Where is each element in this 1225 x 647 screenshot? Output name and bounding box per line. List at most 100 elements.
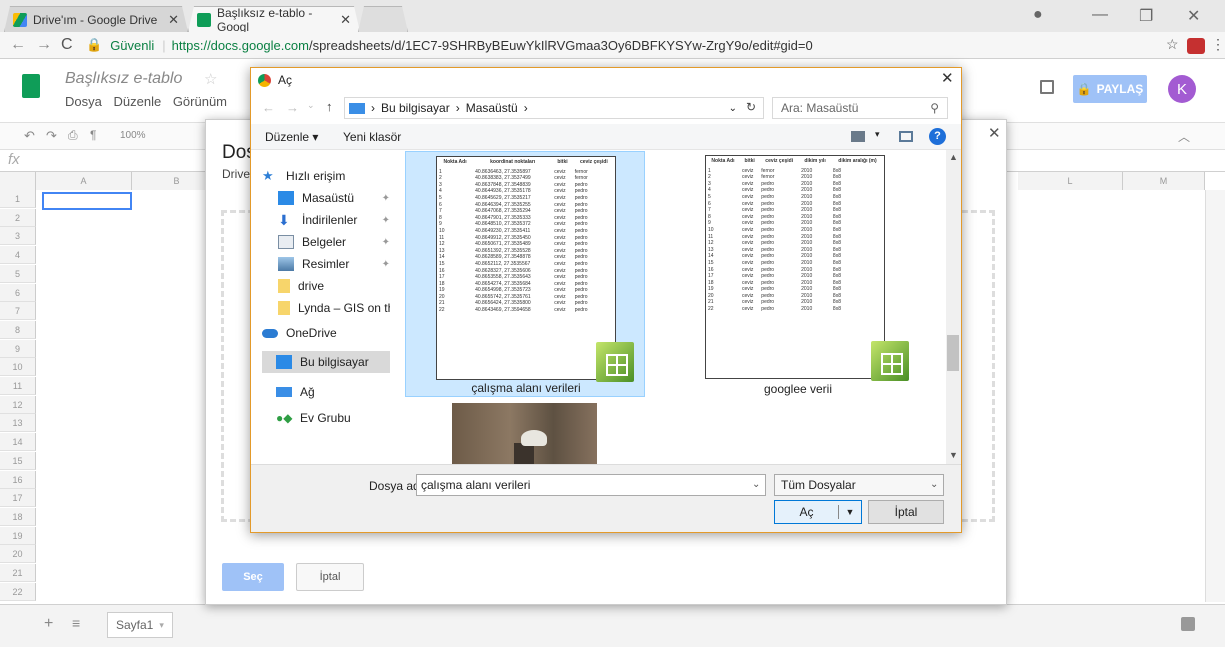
- menu-view[interactable]: Görünüm: [173, 94, 227, 109]
- scrollbar-thumb[interactable]: [947, 335, 959, 371]
- row-header[interactable]: 19: [0, 526, 36, 545]
- sheets-logo-icon[interactable]: [22, 74, 40, 98]
- nav-this-pc[interactable]: Bu bilgisayar: [262, 351, 390, 373]
- back-icon[interactable]: ←: [262, 100, 275, 115]
- column-header-l[interactable]: L: [1018, 172, 1123, 190]
- reload-icon[interactable]: C: [61, 36, 73, 54]
- menu-edit[interactable]: Düzenle: [113, 94, 161, 109]
- nav-onedrive[interactable]: OneDrive: [262, 322, 390, 344]
- row-header[interactable]: 6: [0, 283, 36, 302]
- close-dialog-icon[interactable]: ✕: [941, 69, 954, 87]
- profile-icon[interactable]: ●: [1033, 6, 1043, 24]
- help-icon[interactable]: ?: [929, 128, 946, 145]
- minimize-icon[interactable]: —: [1092, 6, 1108, 24]
- browser-tab-sheets[interactable]: Başlıksız e-tablo - Googl ✕: [188, 6, 360, 32]
- document-title[interactable]: Başlıksız e-tablo: [65, 70, 182, 88]
- sheet-tab[interactable]: Sayfa1 ▾: [107, 612, 173, 638]
- picker-tab-drive[interactable]: Drive: [222, 167, 250, 181]
- corner-cell[interactable]: [0, 172, 36, 190]
- zoom-select[interactable]: 100%: [120, 130, 146, 141]
- close-tab-icon[interactable]: ✕: [340, 12, 351, 28]
- nav-quick-access[interactable]: ★ Hızlı erişim: [262, 165, 390, 187]
- star-icon[interactable]: ☆: [204, 70, 217, 88]
- chevron-down-icon[interactable]: ⌄: [930, 479, 938, 490]
- content-scrollbar[interactable]: ▲ ▼: [946, 150, 961, 464]
- file-item-googlee-verii[interactable]: Nokta Adı bitki ceviz çeşidi dikim yılı diki…: [678, 151, 918, 397]
- forward-icon[interactable]: →: [286, 100, 299, 115]
- dialog-cancel-button[interactable]: İptal: [868, 500, 944, 524]
- file-item-calisma-alani-verileri[interactable]: Nokta Adı koordinat noktaları bitki ceviz ç…: [405, 151, 645, 397]
- row-header[interactable]: 2: [0, 208, 36, 227]
- row-header[interactable]: 16: [0, 470, 36, 489]
- avatar[interactable]: K: [1168, 75, 1196, 103]
- browser-tab-drive[interactable]: Drive'ım - Google Drive ✕: [4, 6, 188, 32]
- vertical-scrollbar[interactable]: [1205, 190, 1225, 602]
- print-icon[interactable]: ⎙: [68, 128, 78, 143]
- extension-icon[interactable]: [1187, 38, 1205, 54]
- row-header[interactable]: 7: [0, 302, 36, 321]
- scroll-down-icon[interactable]: ▼: [949, 450, 958, 460]
- nav-folder-drive[interactable]: drive: [278, 275, 390, 297]
- breadcrumb-item[interactable]: Masaüstü: [466, 101, 518, 115]
- new-folder-button[interactable]: Yeni klasör: [343, 130, 401, 144]
- recent-locations-icon[interactable]: ⌄: [307, 100, 315, 111]
- row-header[interactable]: 3: [0, 227, 36, 246]
- chevron-down-icon[interactable]: ⌄: [729, 103, 737, 114]
- row-header[interactable]: 9: [0, 339, 36, 358]
- nav-pictures[interactable]: Resimler ✦: [278, 253, 390, 275]
- back-icon[interactable]: ←: [10, 36, 26, 54]
- bookmark-star-icon[interactable]: ☆: [1166, 36, 1179, 53]
- chevron-down-icon[interactable]: ⌄: [752, 479, 760, 490]
- collapse-toolbar-icon[interactable]: ︿: [1178, 128, 1190, 145]
- nav-downloads[interactable]: ⬇ İndirilenler ✦: [278, 209, 390, 231]
- chevron-down-icon[interactable]: ▾: [159, 620, 164, 631]
- row-header[interactable]: 5: [0, 264, 36, 283]
- search-input[interactable]: Ara: Masaüstü ⚲: [772, 97, 948, 119]
- close-icon[interactable]: ✕: [988, 124, 1001, 142]
- cancel-button[interactable]: İptal: [296, 563, 364, 591]
- new-tab-button[interactable]: [358, 6, 408, 32]
- nav-homegroup[interactable]: ●◆ Ev Grubu: [262, 407, 390, 429]
- row-header[interactable]: 11: [0, 377, 36, 395]
- organize-menu[interactable]: Düzenle ▾: [265, 130, 318, 144]
- comments-icon[interactable]: [1040, 80, 1054, 94]
- undo-icon[interactable]: ↶: [24, 128, 35, 144]
- preview-pane-icon[interactable]: [899, 131, 913, 142]
- all-sheets-icon[interactable]: ≡: [72, 615, 80, 631]
- forward-icon[interactable]: →: [36, 36, 52, 54]
- open-split-arrow-icon[interactable]: ▼: [839, 507, 861, 517]
- row-header[interactable]: 20: [0, 545, 36, 564]
- view-options-icon[interactable]: [851, 131, 865, 142]
- add-sheet-icon[interactable]: +: [44, 615, 53, 633]
- file-type-select[interactable]: Tüm Dosyalar: [774, 474, 944, 496]
- maximize-icon[interactable]: ❐: [1139, 6, 1153, 26]
- paint-format-icon[interactable]: ¶: [90, 128, 96, 142]
- select-button[interactable]: Seç: [222, 563, 284, 591]
- close-tab-icon[interactable]: ✕: [168, 12, 179, 28]
- row-header[interactable]: 1: [0, 190, 36, 208]
- file-name-input[interactable]: çalışma alanı verileri: [416, 474, 766, 496]
- menu-file[interactable]: Dosya: [65, 94, 102, 109]
- nav-network[interactable]: Ağ: [262, 381, 390, 403]
- breadcrumb[interactable]: › Bu bilgisayar › Masaüstü › ⌄: [344, 97, 764, 119]
- redo-icon[interactable]: ↷: [46, 128, 57, 144]
- breadcrumb-item[interactable]: Bu bilgisayar: [381, 101, 450, 115]
- row-header[interactable]: 10: [0, 358, 36, 377]
- refresh-icon[interactable]: ↻: [746, 100, 756, 114]
- chrome-menu-icon[interactable]: ⋮: [1211, 36, 1225, 53]
- column-header-a[interactable]: A: [36, 172, 132, 190]
- row-header[interactable]: 4: [0, 246, 36, 265]
- up-icon[interactable]: ↑: [326, 99, 333, 114]
- nav-folder-lynda[interactable]: Lynda – GIS on the \: [278, 297, 390, 319]
- row-header[interactable]: 8: [0, 320, 36, 339]
- row-header[interactable]: 15: [0, 451, 36, 470]
- close-window-icon[interactable]: ✕: [1187, 6, 1200, 26]
- explore-icon[interactable]: [1181, 617, 1195, 631]
- row-header[interactable]: 13: [0, 414, 36, 433]
- scroll-up-icon[interactable]: ▲: [949, 152, 958, 162]
- row-header[interactable]: 17: [0, 489, 36, 508]
- row-header[interactable]: 22: [0, 582, 36, 601]
- row-header[interactable]: 21: [0, 564, 36, 582]
- row-header[interactable]: 18: [0, 507, 36, 526]
- share-button[interactable]: 🔒 PAYLAŞ: [1073, 75, 1147, 103]
